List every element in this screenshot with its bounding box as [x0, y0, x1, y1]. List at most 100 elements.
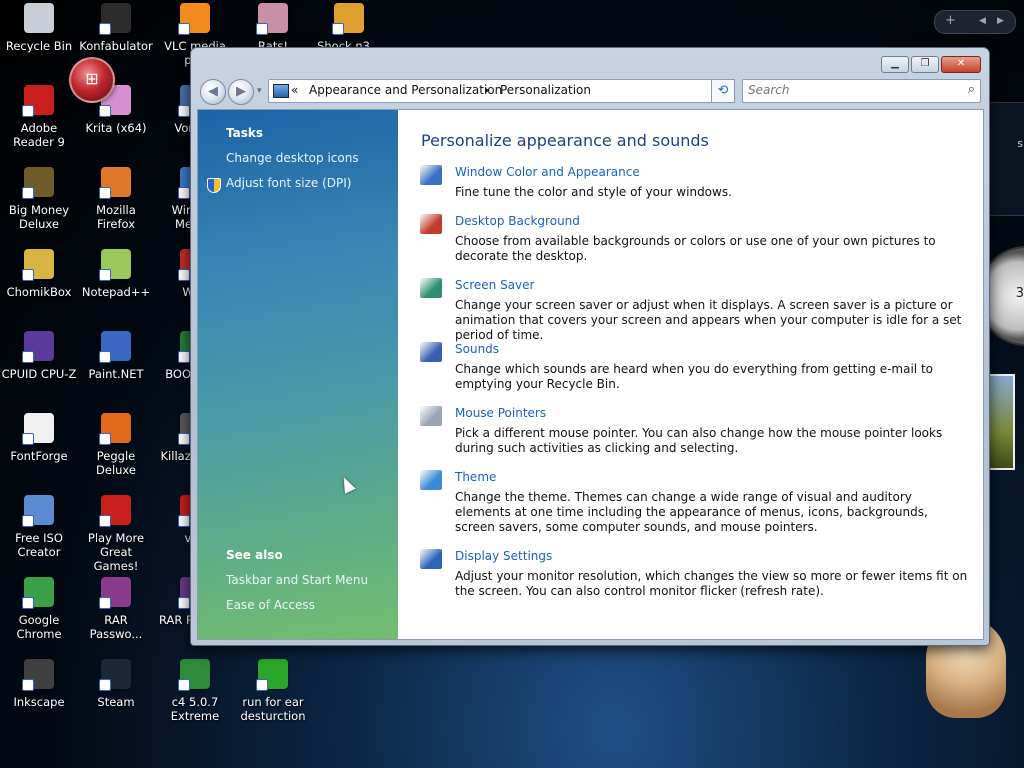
desktop-icon[interactable]: Adobe Reader 9 — [0, 85, 78, 149]
taskbar-start-menu-link[interactable]: Taskbar and Start Menu — [226, 573, 368, 587]
desktop-icon[interactable]: FontForge — [0, 413, 78, 463]
app-icon — [22, 85, 54, 117]
desktop-icon[interactable]: Inkscape — [0, 659, 78, 709]
forward-button[interactable]: ▶ — [228, 79, 254, 105]
item-link[interactable]: Window Color and Appearance — [455, 165, 640, 179]
desktop-icon[interactable]: Big Money Deluxe — [0, 167, 78, 231]
uac-shield-icon — [207, 178, 221, 193]
theme-icon[interactable] — [420, 470, 442, 490]
desktop-icon-label: Peggle Deluxe — [96, 449, 136, 477]
desktop-icon-label: ChomikBox — [6, 285, 72, 299]
breadcrumb-overflow[interactable]: « — [291, 83, 298, 97]
item-link[interactable]: Screen Saver — [455, 278, 534, 292]
desktop-icon[interactable]: CPUID CPU-Z — [0, 331, 78, 381]
app-icon — [99, 659, 131, 691]
item-link[interactable]: Sounds — [455, 342, 499, 356]
add-gadget-button[interactable]: + — [945, 13, 956, 28]
app-icon — [256, 659, 288, 691]
task-pane: Tasks Change desktop icons Adjust font s… — [198, 110, 398, 639]
breadcrumb-separator[interactable]: ▸ — [485, 85, 490, 96]
gadget-panel-text: s — [1017, 137, 1023, 150]
app-icon — [99, 495, 131, 527]
desktop-icon[interactable]: Recycle Bin — [0, 3, 78, 53]
search-icon[interactable]: ⌕ — [968, 82, 975, 97]
breadcrumb-appearance[interactable]: Appearance and Personalization — [309, 83, 502, 97]
desktop-icon[interactable]: Play More Great Games! — [77, 495, 155, 573]
desktop-icon[interactable]: Konfabulator — [77, 3, 155, 53]
desktop-icon[interactable]: Rats! — [234, 3, 312, 53]
desktop-icon[interactable]: RAR Passwo... — [77, 577, 155, 641]
change-desktop-icons-link[interactable]: Change desktop icons — [226, 151, 359, 165]
control-panel-icon — [273, 84, 289, 98]
app-icon — [22, 249, 54, 281]
app-icon — [99, 249, 131, 281]
desktop-icon[interactable]: Notepad++ — [77, 249, 155, 299]
start-orb-icon[interactable]: ⊞ — [69, 57, 115, 103]
app-icon — [24, 3, 54, 33]
search-input[interactable] — [743, 80, 958, 100]
maximize-button[interactable]: ❐ — [911, 56, 939, 73]
app-icon — [332, 3, 364, 35]
breadcrumb-personalization[interactable]: Personalization — [500, 83, 591, 97]
app-icon — [99, 331, 131, 363]
desktop-icon[interactable]: run for ear desturction — [234, 659, 312, 723]
desktop-icon-label: Steam — [97, 695, 135, 709]
gadget-controls[interactable]: + ◀ ▶ — [934, 10, 1016, 34]
desktop-icon-label: Adobe Reader 9 — [13, 121, 65, 149]
desktop-icon[interactable]: Peggle Deluxe — [77, 413, 155, 477]
gadget-next-button[interactable]: ▶ — [997, 16, 1004, 26]
slideshow-gadget[interactable] — [987, 374, 1015, 470]
screen-saver-icon[interactable] — [420, 278, 442, 298]
search-box[interactable]: ⌕ — [742, 79, 981, 103]
desktop-icon-label: Free ISO Creator — [15, 531, 63, 559]
desktop-icon[interactable]: ChomikBox — [0, 249, 78, 299]
desktop-icon[interactable]: Google Chrome — [0, 577, 78, 641]
desktop-background-icon[interactable] — [420, 214, 442, 234]
app-icon — [99, 577, 131, 609]
tasks-heading: Tasks — [226, 126, 264, 140]
desktop-icon[interactable]: Free ISO Creator — [0, 495, 78, 559]
see-also-heading: See also — [226, 548, 283, 562]
desktop-icon[interactable]: Paint.NET — [77, 331, 155, 381]
adjust-font-size-link[interactable]: Adjust font size (DPI) — [226, 176, 351, 190]
back-button[interactable]: ◀ — [200, 79, 226, 105]
desktop-icon-label: Big Money Deluxe — [8, 203, 70, 231]
close-button[interactable]: ✕ — [941, 56, 981, 73]
mouse-pointers-icon[interactable] — [420, 406, 442, 426]
app-icon — [22, 577, 54, 609]
item-link[interactable]: Theme — [455, 470, 496, 484]
window-controls: ▁ ❐ ✕ — [881, 56, 981, 73]
sounds-icon[interactable] — [420, 342, 442, 362]
item-link[interactable]: Mouse Pointers — [455, 406, 546, 420]
app-icon — [22, 413, 54, 445]
window-color-icon[interactable] — [420, 165, 442, 185]
display-settings-icon[interactable] — [420, 549, 442, 569]
recent-pages-dropdown[interactable]: ▾ — [257, 86, 262, 96]
desktop-icon[interactable]: Shock n3... — [310, 3, 388, 53]
minimize-button[interactable]: ▁ — [881, 56, 909, 73]
app-icon — [99, 167, 131, 199]
refresh-button[interactable]: ⟲ — [711, 79, 735, 103]
desktop-icon-label: Google Chrome — [16, 613, 62, 641]
app-icon — [99, 3, 131, 35]
desktop-icon-label: Mozilla Firefox — [96, 203, 136, 231]
item-link[interactable]: Desktop Background — [455, 214, 580, 228]
desktop-icon-label: RAR Passwo... — [89, 613, 143, 641]
desktop-icon[interactable]: c4 5.0.7 Extreme — [156, 659, 234, 723]
app-icon — [178, 3, 210, 35]
item-description: Choose from available backgrounds or col… — [455, 234, 936, 263]
gadget-panel[interactable]: s — [988, 102, 1024, 216]
desktop-icon-label: Inkscape — [13, 695, 65, 709]
item-description: Change the theme. Themes can change a wi… — [455, 490, 928, 534]
address-bar[interactable]: « Appearance and Personalization ▸ Perso… — [268, 79, 735, 103]
item-description: Adjust your monitor resolution, which ch… — [455, 569, 968, 598]
desktop-icon-label: Paint.NET — [88, 367, 144, 381]
desktop-icon[interactable]: Steam — [77, 659, 155, 709]
desktop-icon[interactable]: Mozilla Firefox — [77, 167, 155, 231]
ease-of-access-link[interactable]: Ease of Access — [226, 598, 315, 612]
gadget-prev-button[interactable]: ◀ — [979, 16, 986, 26]
app-icon — [22, 167, 54, 199]
app-icon — [178, 659, 210, 691]
item-link[interactable]: Display Settings — [455, 549, 552, 563]
app-icon — [22, 331, 54, 363]
